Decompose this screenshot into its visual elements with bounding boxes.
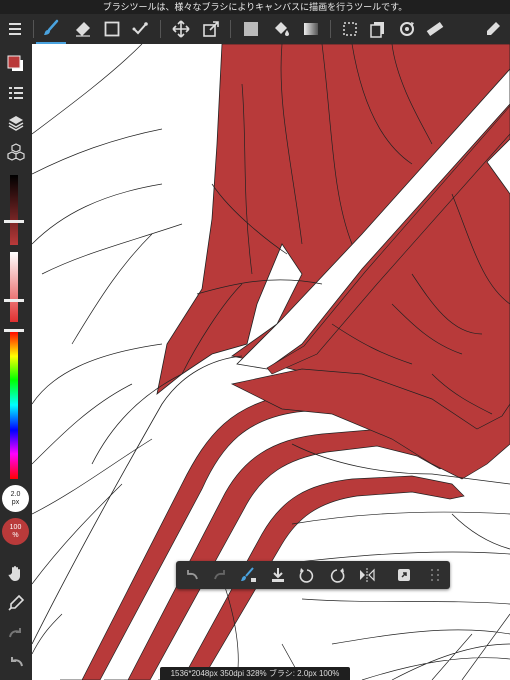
eraser-icon[interactable] — [68, 14, 98, 44]
hue-slider-handle[interactable] — [4, 329, 24, 332]
undo-side-icon[interactable] — [3, 650, 29, 674]
menu-icon[interactable] — [0, 14, 30, 44]
move-icon[interactable] — [166, 14, 196, 44]
expand-icon[interactable] — [391, 563, 417, 587]
gradient-icon[interactable] — [296, 14, 326, 44]
toolbar-divider — [330, 20, 331, 38]
brush-size-button[interactable]: 2.0 px — [2, 485, 29, 512]
redo-side-icon[interactable] — [3, 621, 29, 645]
toolbar-divider — [160, 20, 161, 38]
import-icon[interactable] — [265, 563, 291, 587]
eyedropper-icon[interactable] — [478, 14, 508, 44]
brush-size-unit: px — [11, 498, 20, 506]
rotate-icon[interactable] — [392, 14, 422, 44]
transform-icon[interactable] — [196, 14, 226, 44]
brush-list-icon[interactable] — [3, 82, 29, 106]
hand-icon[interactable] — [3, 561, 29, 585]
opacity-button[interactable]: 100 % — [2, 518, 29, 545]
quick-action-bar — [176, 561, 450, 589]
rotate-right-icon[interactable] — [324, 563, 350, 587]
materials-icon[interactable] — [3, 140, 29, 164]
color-swatch[interactable] — [3, 52, 29, 76]
brightness-slider[interactable] — [10, 175, 18, 245]
ruler-icon[interactable] — [420, 14, 450, 44]
status-bar: 1536*2048px 350dpi 328% ブラシ: 2.0px 100% — [160, 667, 350, 680]
flip-horizontal-icon[interactable] — [354, 563, 380, 587]
toolbar-divider — [33, 20, 34, 38]
bucket-icon[interactable] — [266, 14, 296, 44]
top-toolbar — [0, 14, 510, 44]
grid-icon[interactable] — [422, 563, 448, 587]
toolbar-divider — [230, 20, 231, 38]
saturation-slider[interactable] — [10, 252, 18, 322]
layers-copy-icon[interactable] — [363, 14, 393, 44]
opacity-value: 100 — [9, 523, 22, 531]
redo-icon[interactable] — [207, 563, 233, 587]
eyedropper-side-icon[interactable] — [3, 591, 29, 615]
brush-icon[interactable] — [36, 14, 66, 44]
rectangle-select-icon[interactable] — [97, 14, 127, 44]
wand-icon[interactable] — [126, 14, 156, 44]
brush-size-value: 2.0 — [10, 490, 21, 498]
opacity-unit: % — [12, 531, 19, 539]
brightness-slider-handle[interactable] — [4, 220, 24, 223]
selection-icon[interactable] — [335, 14, 365, 44]
brush-eraser-toggle-icon[interactable] — [236, 563, 262, 587]
layers-icon[interactable] — [3, 111, 29, 135]
fill-color-icon[interactable] — [236, 14, 266, 44]
undo-icon[interactable] — [179, 563, 205, 587]
hue-slider[interactable] — [10, 331, 18, 479]
rotate-left-icon[interactable] — [294, 563, 320, 587]
left-sidebar: 2.0 px 100 % — [0, 44, 32, 680]
tool-hint-bar: ブラシツールは、様々なブラシによりキャンバスに描画を行うツールです。 — [0, 0, 510, 14]
saturation-slider-handle[interactable] — [4, 299, 24, 302]
